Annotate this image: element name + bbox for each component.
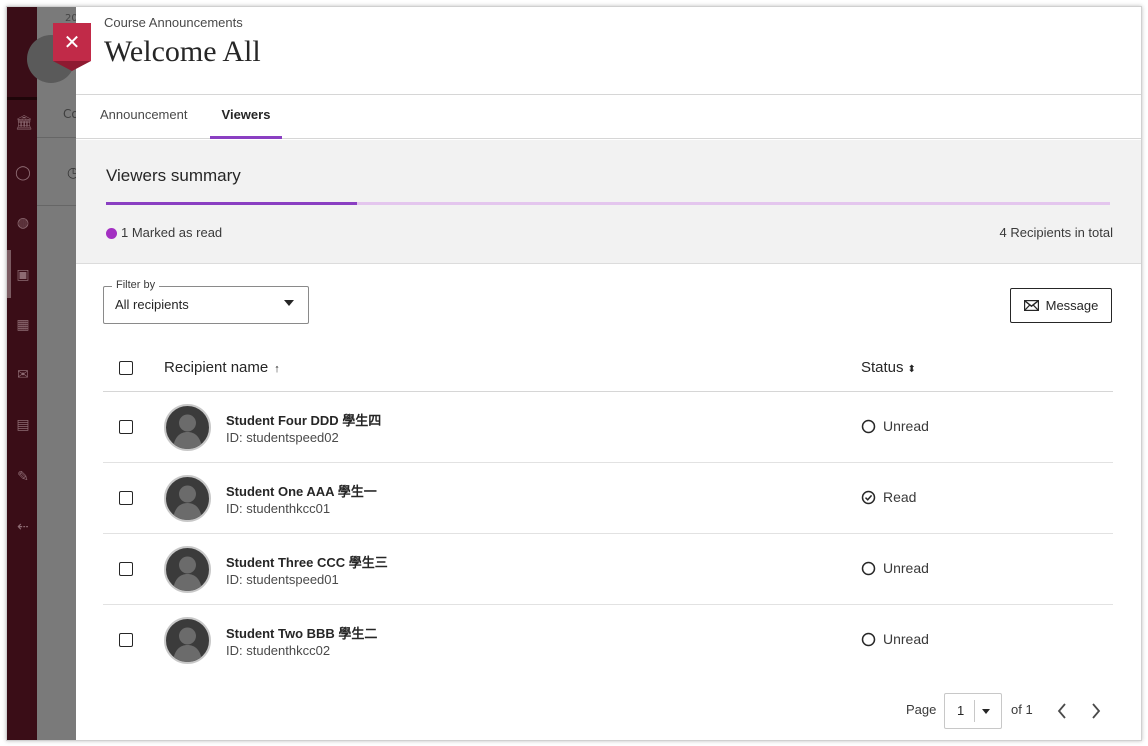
recipient-id: ID: studentspeed01 bbox=[226, 572, 339, 587]
app-frame: 🏛 ◯ ◍ ▣ ▦ ✉ ▤ ✎ ⇠ 20 Co ◷ ✕ Course Annou… bbox=[6, 6, 1142, 741]
globe-icon: ◍ bbox=[16, 215, 30, 231]
column-header-name[interactable]: Recipient name ↑ bbox=[164, 359, 280, 376]
close-button[interactable]: ✕ bbox=[53, 23, 91, 71]
tab-announcement[interactable]: Announcement bbox=[100, 95, 187, 139]
filter-select[interactable]: Filter by All recipients bbox=[103, 279, 309, 324]
avatar bbox=[164, 404, 211, 451]
tab-selected-indicator bbox=[210, 136, 282, 139]
pagination: Page 1 of 1 bbox=[906, 693, 1136, 729]
institution-icon: 🏛 bbox=[15, 115, 33, 131]
grades-icon: ▤ bbox=[16, 417, 30, 433]
read-status-label: Unread bbox=[883, 631, 929, 647]
column-header-status[interactable]: Status ⬍ bbox=[861, 359, 916, 376]
column-header-status-label: Status bbox=[861, 359, 904, 376]
read-progress-track bbox=[106, 202, 1110, 205]
background-content: 20 Co ◷ bbox=[27, 7, 79, 740]
chevron-down-icon bbox=[284, 300, 294, 306]
table-row: Student Two BBB 學生二 ID: studenthkcc02 Un… bbox=[103, 605, 1113, 676]
read-legend-dot bbox=[106, 228, 117, 239]
message-button-label: Message bbox=[1045, 298, 1099, 313]
total-recipients-label: 4 Recipients in total bbox=[999, 225, 1113, 240]
chevron-left-icon[interactable] bbox=[1052, 698, 1072, 724]
envelope-icon bbox=[1023, 300, 1039, 311]
person-silhouette-icon bbox=[173, 627, 202, 662]
person-silhouette-icon bbox=[173, 414, 202, 449]
nav-divider bbox=[7, 97, 37, 100]
summary-title: Viewers summary bbox=[106, 166, 241, 185]
row-checkbox[interactable] bbox=[119, 633, 133, 647]
read-legend-label: 1 Marked as read bbox=[121, 225, 223, 240]
table-row: Student One AAA 學生一 ID: studenthkcc01 Re… bbox=[103, 463, 1113, 534]
viewers-summary: Viewers summary 1 Marked as read 4 Recip… bbox=[76, 140, 1141, 264]
close-icon: ✕ bbox=[63, 30, 81, 54]
read-status-label: Read bbox=[883, 489, 917, 505]
chevron-right-icon[interactable] bbox=[1086, 698, 1106, 724]
background-divider bbox=[37, 205, 77, 206]
read-status-label: Unread bbox=[883, 418, 929, 434]
avatar bbox=[164, 475, 211, 522]
recipient-name: Student One AAA 學生一 bbox=[226, 484, 377, 499]
table-row: Student Three CCC 學生三 ID: studentspeed01… bbox=[103, 534, 1113, 605]
read-status: Read bbox=[861, 489, 916, 505]
read-status: Unread bbox=[861, 418, 929, 434]
background-nav: 🏛 ◯ ◍ ▣ ▦ ✉ ▤ ✎ ⇠ bbox=[7, 7, 37, 740]
row-checkbox[interactable] bbox=[119, 420, 133, 434]
calendar-icon: ▦ bbox=[16, 317, 30, 333]
read-progress-fill bbox=[106, 202, 357, 205]
circle-empty-icon bbox=[861, 419, 876, 433]
tab-viewers[interactable]: Viewers bbox=[210, 95, 282, 139]
page-select-divider bbox=[974, 700, 975, 722]
page-title: Welcome All bbox=[104, 35, 261, 68]
filter-label: Filter by bbox=[112, 279, 160, 291]
current-page: 1 bbox=[957, 703, 965, 718]
person-silhouette-icon bbox=[173, 485, 202, 520]
background-divider bbox=[37, 137, 77, 138]
read-status-label: Unread bbox=[883, 560, 929, 576]
tab-viewers-label: Viewers bbox=[221, 107, 271, 122]
read-status: Unread bbox=[861, 631, 929, 647]
row-checkbox[interactable] bbox=[119, 491, 133, 505]
avatar bbox=[164, 546, 211, 593]
avatar bbox=[164, 617, 211, 664]
chevron-down-icon bbox=[982, 709, 990, 714]
recipient-name: Student Three CCC 學生三 bbox=[226, 555, 388, 570]
recipient-name: Student Two BBB 學生二 bbox=[226, 626, 378, 641]
page-label: Page bbox=[906, 702, 937, 717]
circle-check-icon bbox=[861, 490, 876, 504]
select-all-checkbox[interactable] bbox=[119, 361, 133, 375]
nav-active-indicator bbox=[7, 250, 11, 298]
recipient-id: ID: studenthkcc01 bbox=[226, 501, 331, 516]
breadcrumb: Course Announcements bbox=[104, 15, 243, 30]
mail-icon: ✉ bbox=[17, 367, 29, 383]
sort-ascending-icon: ↑ bbox=[274, 363, 280, 375]
recipient-id: ID: studenthkcc02 bbox=[226, 643, 331, 658]
courses-icon: ▣ bbox=[16, 267, 30, 283]
sort-toggle-icon: ⬍ bbox=[907, 364, 916, 375]
tab-bar: Announcement Viewers bbox=[76, 95, 1141, 139]
profile-icon: ◯ bbox=[15, 165, 31, 181]
panel-header: Course Announcements Welcome All bbox=[76, 7, 1141, 95]
filter-value: All recipients bbox=[115, 297, 189, 312]
page-total: of 1 bbox=[1011, 702, 1033, 717]
recipient-name: Student Four DDD 學生四 bbox=[226, 413, 382, 428]
signout-icon: ⇠ bbox=[17, 519, 29, 535]
person-silhouette-icon bbox=[173, 556, 202, 591]
circle-empty-icon bbox=[861, 632, 876, 646]
table-header: Recipient name ↑ Status ⬍ bbox=[103, 343, 1113, 392]
recipients-table: Recipient name ↑ Status ⬍ Student Four DDD… bbox=[103, 343, 1113, 676]
announcement-panel: Course Announcements Welcome All Announc… bbox=[76, 7, 1141, 740]
circle-empty-icon bbox=[861, 561, 876, 575]
row-checkbox[interactable] bbox=[119, 562, 133, 576]
read-status: Unread bbox=[861, 560, 929, 576]
page-select[interactable]: 1 bbox=[944, 693, 1002, 729]
table-row: Student Four DDD 學生四 ID: studentspeed02 … bbox=[103, 392, 1113, 463]
recipient-id: ID: studentspeed02 bbox=[226, 430, 339, 445]
message-button[interactable]: Message bbox=[1010, 288, 1112, 323]
edit-icon: ✎ bbox=[17, 469, 29, 485]
column-header-name-label: Recipient name bbox=[164, 359, 269, 376]
